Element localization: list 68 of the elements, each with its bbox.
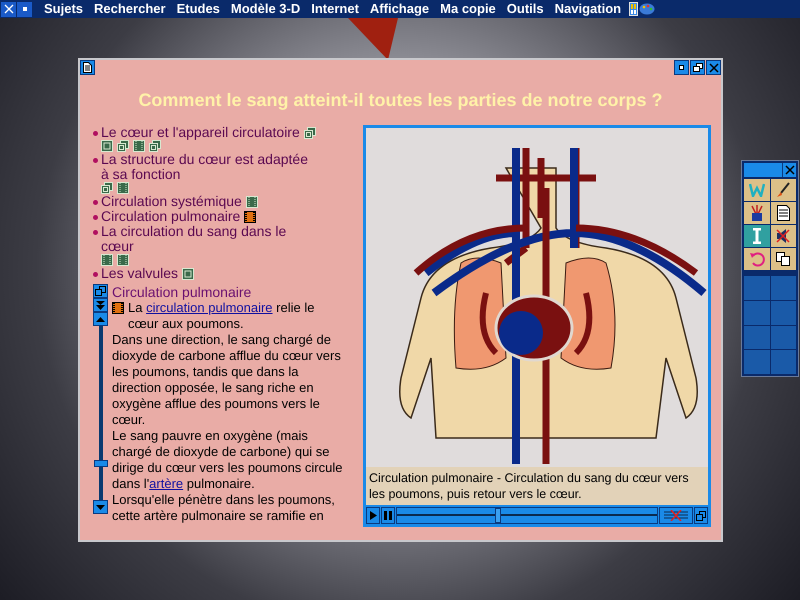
menu-item[interactable]: Navigation xyxy=(550,1,626,17)
topic-link[interactable]: Circulation pulmonaire xyxy=(101,209,240,224)
stacked-pages-icon[interactable] xyxy=(304,126,316,138)
paragraph-text: Le sang pauvre en oxygène (mais chargé de dioxyde de carbone) qui se dirige du cœur vers les poumons circule dans l'artère pulmonaire. xyxy=(112,428,344,492)
bullet-icon xyxy=(93,215,98,220)
paintbrush-icon[interactable] xyxy=(770,179,796,201)
pause-icon xyxy=(384,511,392,520)
topic-link[interactable]: Circulation systémique xyxy=(101,194,242,209)
small-square-button[interactable] xyxy=(17,2,32,16)
menu-item[interactable]: Outils xyxy=(502,1,549,17)
topic-link[interactable]: La circulation du sang dans le cœur xyxy=(101,224,317,254)
window-icon-button[interactable] xyxy=(694,507,708,524)
crossed-lines-icon xyxy=(664,510,688,521)
document-icon[interactable] xyxy=(80,60,95,75)
bullet-icon xyxy=(93,230,98,235)
menu-item[interactable]: Sujets xyxy=(39,1,88,17)
play-button[interactable] xyxy=(366,507,380,524)
bullet-icon xyxy=(93,200,98,205)
speaker-muted-icon[interactable] xyxy=(770,225,796,247)
paragraph-text: Lorsqu'elle pénètre dans les poumons, cette artère pulmonaire se ramifie en xyxy=(112,492,336,524)
scroll-down-button[interactable] xyxy=(93,500,108,514)
paragraph-text: Dans une direction, le sang chargé de dioxyde de carbone afflue du cœur vers les poumons, tandis que dans la direction opposée, le sang riche en oxygène afflue des poumons vers le cœur. xyxy=(112,332,342,428)
topic-link[interactable]: Les valvules xyxy=(101,266,178,281)
copy-icon[interactable] xyxy=(770,248,796,270)
menu-item[interactable]: Rechercher xyxy=(89,1,171,17)
down-arrow-icon xyxy=(96,504,105,510)
text-link[interactable]: artère xyxy=(149,476,184,491)
scroll-down-fast-button[interactable] xyxy=(93,298,108,312)
film-strip-icon[interactable] xyxy=(112,302,124,314)
stack-icon[interactable] xyxy=(93,284,108,298)
text-link[interactable]: circulation pulmonaire xyxy=(146,300,273,315)
double-down-arrow-icon xyxy=(96,300,105,310)
menu-item[interactable]: Ma copie xyxy=(435,1,501,17)
close-button[interactable] xyxy=(782,163,796,177)
pause-button[interactable] xyxy=(381,507,395,524)
bullet-icon xyxy=(93,131,98,136)
paragraph-text: La circulation pulmonaire relie le cœur aux poumons. xyxy=(128,300,316,332)
topic-link[interactable]: Le cœur et l'appareil circulatoire xyxy=(101,125,300,140)
window-title: Comment le sang atteint-il toutes les parties de notre corps ? xyxy=(137,89,664,111)
pencil-cup-icon[interactable] xyxy=(744,202,770,224)
bullet-icon xyxy=(93,272,98,277)
calculator-icon[interactable] xyxy=(629,2,638,16)
stacked-pages-icon[interactable] xyxy=(149,140,161,152)
palette-icon[interactable] xyxy=(639,3,656,15)
topic-link[interactable]: La structure du cœur est adaptée à sa fonction xyxy=(101,152,317,182)
figure-caption: Circulation pulmonaire - Circulation du sang du cœur vers les poumons, puis retour vers le cœur. xyxy=(366,467,708,505)
scroll-thumb[interactable] xyxy=(94,460,108,467)
up-arrow-icon xyxy=(96,316,105,322)
document-icon[interactable] xyxy=(770,202,796,224)
menu-item[interactable]: Internet xyxy=(306,1,364,17)
scroll-up-button[interactable] xyxy=(93,312,108,326)
square-icon[interactable] xyxy=(182,268,194,280)
bullet-icon xyxy=(93,158,98,163)
sound-off-button[interactable] xyxy=(659,507,693,524)
menu-item[interactable]: Etudes xyxy=(172,1,225,17)
play-icon xyxy=(370,511,376,520)
menu-item[interactable]: Affichage xyxy=(364,1,434,17)
progress-thumb[interactable] xyxy=(495,508,502,523)
article-heading: Circulation pulmonaire xyxy=(112,284,252,300)
stacked-pages-icon[interactable] xyxy=(101,182,113,194)
stacked-pages-icon[interactable] xyxy=(117,140,129,152)
close-button[interactable] xyxy=(1,2,16,16)
restore-button[interactable] xyxy=(690,60,705,75)
film-strip-icon[interactable] xyxy=(244,210,256,222)
square-icon[interactable] xyxy=(101,140,113,152)
menu-item[interactable]: Modèle 3-D xyxy=(226,1,306,17)
close-button[interactable] xyxy=(706,60,721,75)
minimize-button[interactable] xyxy=(674,60,689,75)
